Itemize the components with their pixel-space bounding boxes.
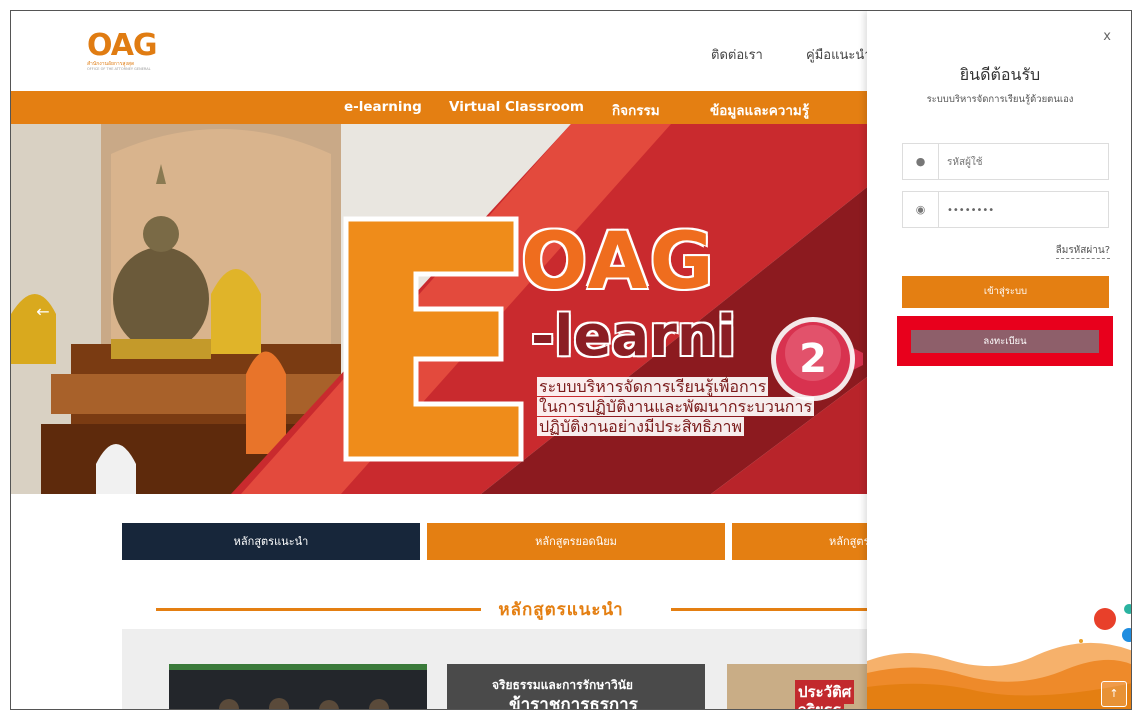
course-card-2[interactable]: จริยธรรมและการรักษาวินัย ข้าราชการธุรการ xyxy=(447,664,705,710)
nav-virtual-classroom[interactable]: Virtual Classroom xyxy=(449,99,584,115)
username-field[interactable]: ● xyxy=(902,143,1109,180)
hero-line-1: ระบบบริหารจัดการเรียนรู้เพื่อการ xyxy=(537,377,769,396)
course-card-3[interactable]: ประวัติศ จริยธร xyxy=(727,664,872,709)
section-title: หลักสูตรแนะนำ xyxy=(498,600,624,620)
browser-viewport: OAG สำนักงานอัยการสูงสุด OFFICE OF THE A… xyxy=(10,10,1132,710)
login-panel: x ยินดีต้อนรับ ระบบบริหารจัดการเรียนรู้ด… xyxy=(867,11,1131,709)
hero-banner[interactable]: OAG -learni ระบบบริหารจัดการเรียนรู้เพื่… xyxy=(11,124,871,494)
hero-artwork xyxy=(11,124,871,494)
logo-subtitle-en: OFFICE OF THE ATTORNEY GENERAL xyxy=(87,67,151,71)
hero-headline: -learni xyxy=(531,304,736,369)
course-card-3-caption-2: จริยธร xyxy=(795,698,844,709)
guide-link[interactable]: คู่มือแนะนำ xyxy=(806,44,872,65)
welcome-title: ยินดีต้อนรับ xyxy=(959,65,1041,84)
step-marker: 2 xyxy=(763,309,875,409)
tab-recommended[interactable]: หลักสูตรแนะนำ xyxy=(122,523,420,560)
register-highlight: ลงทะเบียน xyxy=(897,316,1113,366)
hero-brand-text: OAG xyxy=(521,217,716,307)
register-button[interactable]: ลงทะเบียน xyxy=(911,330,1099,353)
course-card-1-photo xyxy=(169,664,427,709)
close-button[interactable]: x xyxy=(1103,29,1111,44)
step-number: 2 xyxy=(799,336,827,382)
login-button[interactable]: เข้าสู่ระบบ xyxy=(902,276,1109,308)
eye-icon[interactable]: ◉ xyxy=(903,192,939,227)
contact-link[interactable]: ติดต่อเรา xyxy=(711,44,763,65)
password-input[interactable] xyxy=(947,201,1097,219)
heading-line-left xyxy=(156,608,481,611)
arrow-up-icon[interactable]: ↑ xyxy=(1101,681,1127,707)
course-card-1[interactable] xyxy=(169,664,427,709)
tab-popular[interactable]: หลักสูตรยอดนิยม xyxy=(427,523,725,560)
nav-knowledge[interactable]: ข้อมูลและความรู้ xyxy=(710,99,809,121)
nav-activities[interactable]: กิจกรรม xyxy=(612,99,660,121)
arrow-left-icon[interactable]: ← xyxy=(33,302,53,322)
hero-line-3: ปฏิบัติงานอย่างมีประสิทธิภาพ xyxy=(537,417,745,436)
forgot-password-link[interactable]: ลืมรหัสผ่าน? xyxy=(1055,243,1110,259)
username-input[interactable] xyxy=(947,153,1097,171)
password-field[interactable]: ◉ xyxy=(902,191,1109,228)
logo-text: OAG xyxy=(87,28,158,63)
course-card-2-caption-large: ข้าราชการธุรการ xyxy=(509,695,638,710)
oag-logo[interactable]: OAG สำนักงานอัยการสูงสุด OFFICE OF THE A… xyxy=(87,28,158,72)
welcome-subtitle: ระบบบริหารจัดการเรียนรู้ด้วยตนเอง xyxy=(926,94,1074,105)
nav-elearning[interactable]: e-learning xyxy=(344,99,422,115)
heading-line-right xyxy=(671,608,871,611)
section-heading: หลักสูตรแนะนำ xyxy=(156,596,871,626)
user-icon: ● xyxy=(903,144,939,179)
decorative-wave xyxy=(867,604,1131,709)
